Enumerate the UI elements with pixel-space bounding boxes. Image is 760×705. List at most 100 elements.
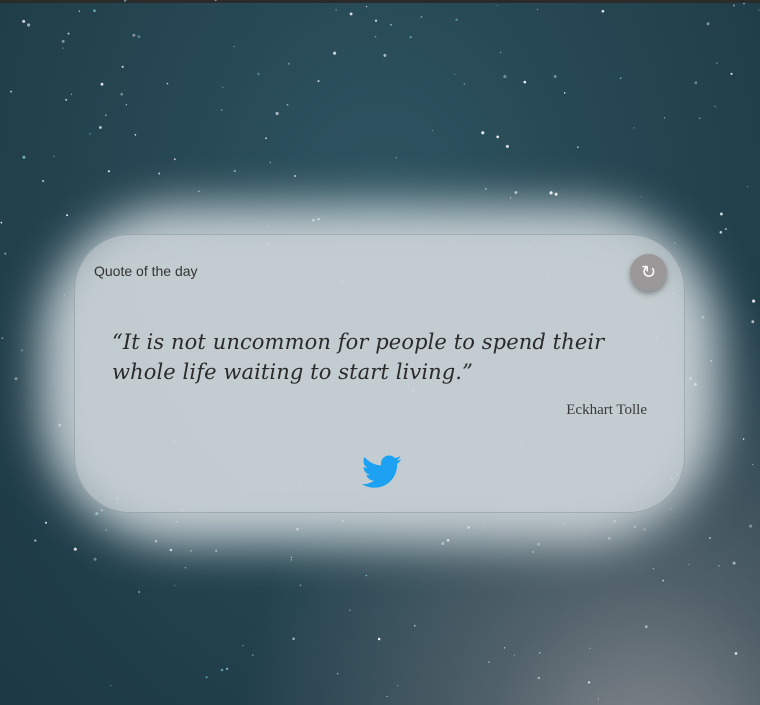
- star: [257, 72, 260, 76]
- page: Quote of the day ↻ “It is not uncommon f…: [0, 0, 760, 705]
- star: [251, 654, 254, 657]
- star: [454, 73, 456, 75]
- refresh-button[interactable]: ↻: [630, 254, 667, 291]
- star: [688, 563, 690, 566]
- star: [664, 117, 665, 119]
- star: [747, 186, 749, 188]
- star: [290, 556, 293, 559]
- star: [123, 0, 127, 2]
- star: [365, 574, 368, 577]
- star: [349, 12, 353, 16]
- star: [503, 75, 507, 79]
- star: [0, 221, 3, 224]
- star: [214, 0, 217, 1]
- star: [67, 32, 70, 35]
- star: [21, 349, 23, 352]
- star: [105, 529, 108, 531]
- star: [120, 92, 124, 96]
- star: [749, 524, 753, 528]
- star: [532, 551, 534, 553]
- star: [242, 644, 244, 647]
- star: [537, 676, 540, 680]
- star: [488, 661, 490, 663]
- star: [22, 19, 26, 23]
- star: [299, 584, 302, 586]
- star: [719, 212, 723, 216]
- quote-author: Eckhart Tolle: [566, 402, 647, 418]
- star: [549, 191, 553, 195]
- star: [732, 4, 735, 7]
- star: [505, 144, 509, 148]
- star: [220, 668, 224, 672]
- star: [61, 39, 65, 43]
- star: [184, 567, 187, 569]
- star: [335, 9, 337, 11]
- card-title: Quote of the day: [94, 263, 198, 279]
- star: [386, 695, 388, 698]
- star: [396, 684, 399, 687]
- star: [714, 105, 717, 108]
- star: [10, 90, 12, 93]
- star: [14, 377, 18, 381]
- star: [601, 9, 605, 13]
- star: [377, 637, 381, 641]
- star: [174, 584, 176, 587]
- star: [390, 23, 392, 26]
- star: [105, 114, 107, 116]
- star: [62, 47, 64, 49]
- star: [652, 568, 655, 570]
- star: [73, 547, 77, 551]
- star: [587, 681, 591, 684]
- star: [395, 156, 397, 159]
- star: [409, 36, 412, 39]
- star: [644, 625, 648, 629]
- quote-text: “It is not uncommon for people to spend …: [112, 330, 605, 384]
- star: [214, 549, 218, 553]
- star: [65, 98, 68, 101]
- star: [265, 137, 267, 140]
- star: [420, 16, 423, 18]
- star: [503, 647, 506, 649]
- star: [221, 109, 223, 111]
- star: [269, 161, 272, 164]
- star: [708, 537, 711, 539]
- star: [125, 104, 128, 106]
- star: [563, 92, 566, 94]
- star: [222, 86, 224, 88]
- star: [694, 81, 698, 84]
- star: [158, 172, 161, 175]
- star: [134, 133, 137, 136]
- star: [732, 561, 736, 565]
- star: [317, 79, 320, 83]
- star: [166, 82, 169, 85]
- star: [349, 609, 351, 611]
- star: [374, 19, 378, 22]
- star: [93, 557, 97, 561]
- star: [751, 320, 755, 324]
- star: [173, 158, 176, 161]
- star: [93, 9, 96, 13]
- star: [640, 196, 643, 198]
- star: [699, 117, 701, 119]
- star: [619, 77, 622, 80]
- star: [536, 8, 539, 11]
- star: [414, 624, 416, 627]
- star: [205, 676, 208, 679]
- star: [292, 637, 295, 640]
- star: [132, 33, 136, 37]
- star: [481, 131, 485, 135]
- tweet-button[interactable]: [362, 455, 402, 489]
- star: [27, 23, 31, 27]
- star: [730, 72, 733, 75]
- star: [496, 4, 498, 6]
- star: [70, 93, 72, 95]
- star: [715, 62, 718, 64]
- star: [455, 18, 458, 21]
- star: [484, 188, 487, 190]
- star: [365, 5, 368, 8]
- star: [34, 539, 37, 542]
- star: [752, 299, 756, 303]
- star: [233, 45, 235, 48]
- star: [138, 591, 141, 593]
- star: [99, 126, 102, 129]
